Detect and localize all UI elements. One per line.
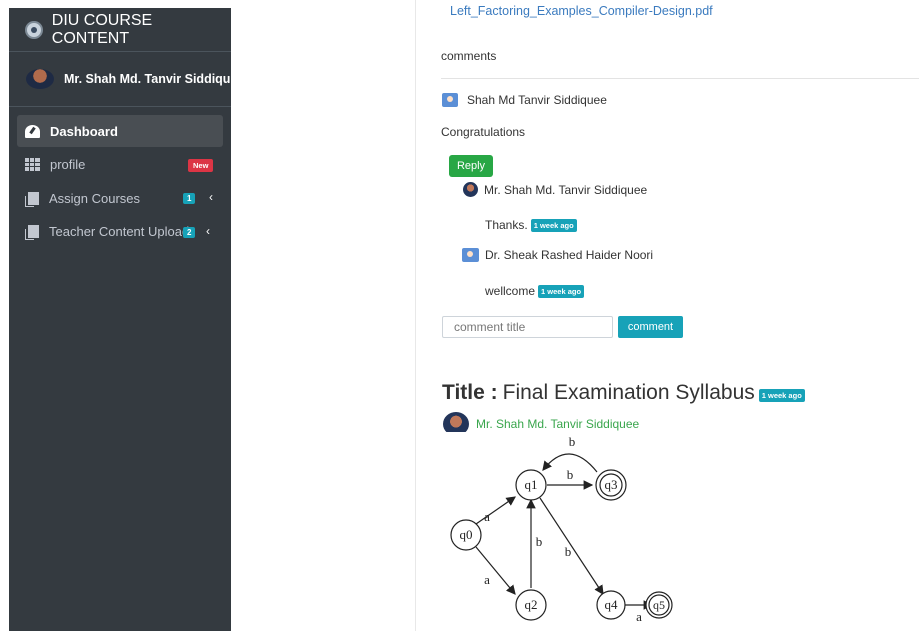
grid-icon xyxy=(25,158,40,171)
reply-text: Thanks. 1 week ago xyxy=(485,218,577,232)
brand-logo-icon xyxy=(25,20,43,39)
reply-author-name: Dr. Sheak Rashed Haider Noori xyxy=(485,248,654,262)
sidebar-item-label: Assign Courses xyxy=(49,190,141,206)
comment-title-input[interactable] xyxy=(442,316,613,338)
new-badge: New xyxy=(188,158,214,172)
edge-label: a xyxy=(484,509,490,524)
comment-text: Congratulations xyxy=(441,125,526,139)
state-label: q2 xyxy=(525,597,538,612)
post-title-text: Final Examination Syllabus xyxy=(502,381,755,404)
reply-author: Dr. Sheak Rashed Haider Noori xyxy=(462,248,653,262)
count-badge: 2 xyxy=(183,226,196,238)
chevron-left-icon: ‹ xyxy=(209,190,213,204)
comment-author: Shah Md Tanvir Siddiquee xyxy=(442,93,607,107)
chevron-left-icon: ‹ xyxy=(206,223,210,238)
post-title-label: Title : xyxy=(442,381,498,404)
comment-author-name: Shah Md Tanvir Siddiquee xyxy=(467,93,607,107)
edge-label: b xyxy=(536,534,543,549)
page: DIU COURSE CONTENT Mr. Shah Md. Tanvir S… xyxy=(0,0,919,631)
attachment-link[interactable]: Left_Factoring_Examples_Compiler-Design.… xyxy=(450,4,713,18)
post-title: Title : Final Examination Syllabus 1 wee… xyxy=(442,381,805,405)
comment-button[interactable]: comment xyxy=(618,316,683,338)
reply-author: Mr. Shah Md. Tanvir Siddiquee xyxy=(463,182,647,197)
time-badge: 1 week ago xyxy=(530,218,577,232)
user-avatar xyxy=(26,69,54,89)
sidebar-item-label: Dashboard xyxy=(50,123,118,139)
reply-message: wellcome xyxy=(485,284,536,298)
sidebar: DIU COURSE CONTENT Mr. Shah Md. Tanvir S… xyxy=(9,8,231,631)
brand-link[interactable]: DIU COURSE CONTENT xyxy=(9,8,231,52)
reply-text: wellcome 1 week ago xyxy=(485,284,585,298)
edge-label: b xyxy=(567,467,574,482)
avatar xyxy=(463,182,478,197)
copy-icon xyxy=(28,225,39,238)
divider xyxy=(441,78,919,79)
sidebar-item-assign-courses[interactable]: Assign Courses 1 ‹ xyxy=(17,182,223,214)
user-name: Mr. Shah Md. Tanvir Siddiqu xyxy=(64,72,231,86)
reply-button[interactable]: Reply xyxy=(449,155,493,177)
sidebar-item-profile[interactable]: profile New xyxy=(17,149,223,181)
user-avatar-icon xyxy=(462,248,479,262)
time-badge: 1 week ago xyxy=(758,388,805,402)
automaton-diagram: q0 q1 q2 q3 q4 a a b b b b a xyxy=(439,432,669,631)
final-state-q5: q5 xyxy=(645,591,673,619)
count-badge: 1 xyxy=(183,193,196,204)
reply-message: Thanks. xyxy=(485,218,528,232)
state-label: q4 xyxy=(605,597,619,612)
reply-author-name: Mr. Shah Md. Tanvir Siddiquee xyxy=(484,182,648,197)
copy-icon xyxy=(28,191,39,205)
sidebar-item-dashboard[interactable]: Dashboard xyxy=(17,115,223,147)
state-label: q0 xyxy=(460,527,473,542)
edge-label: b xyxy=(565,544,572,559)
main-content: Left_Factoring_Examples_Compiler-Design.… xyxy=(415,0,919,631)
edge-label: a xyxy=(484,572,490,587)
time-badge: 1 week ago xyxy=(538,284,585,298)
comments-heading: comments xyxy=(441,49,497,63)
post-author-name: Mr. Shah Md. Tanvir Siddiquee xyxy=(476,417,640,431)
dashboard-icon xyxy=(25,124,40,138)
sidebar-item-teacher-content-upload[interactable]: Teacher Content Upload 2 ‹ xyxy=(17,216,223,248)
state-label: q5 xyxy=(653,598,665,612)
state-label: q1 xyxy=(525,477,538,492)
state-label: q3 xyxy=(605,477,618,492)
edge-label: a xyxy=(636,609,642,624)
sidebar-item-label: profile xyxy=(50,157,86,172)
user-avatar-icon xyxy=(442,93,458,107)
sidebar-item-label: Teacher Content Upload xyxy=(49,224,190,239)
edge-label: b xyxy=(569,434,576,449)
user-panel[interactable]: Mr. Shah Md. Tanvir Siddiqu xyxy=(9,52,231,107)
sidebar-nav: Dashboard profile New Assign Courses 1 ‹… xyxy=(9,107,231,248)
brand-title: DIU COURSE CONTENT xyxy=(51,11,153,47)
